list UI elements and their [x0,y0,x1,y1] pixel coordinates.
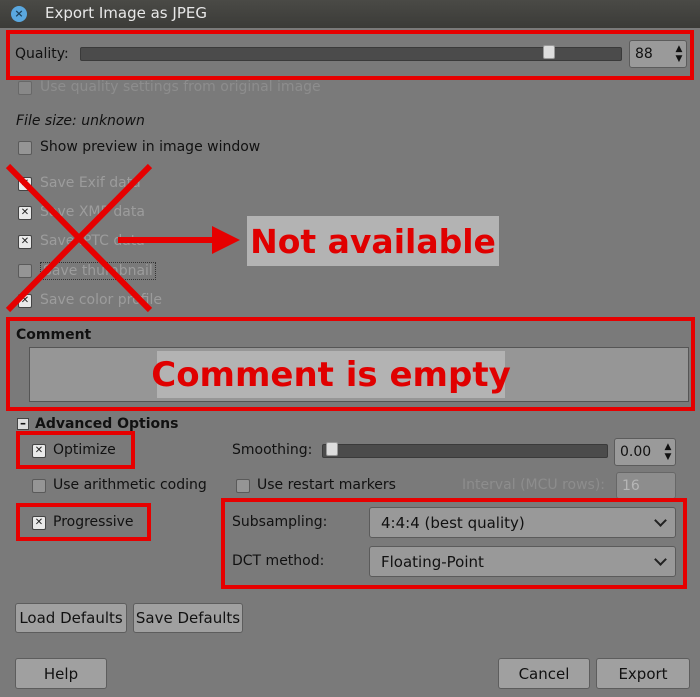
restart-markers-label: Use restart markers [257,477,396,493]
interval-label: Interval (MCU rows): [462,477,606,493]
quality-value[interactable]: 88 [630,46,672,62]
smoothing-label: Smoothing: [232,442,313,458]
dct-method-label: DCT method: [232,553,325,569]
close-icon[interactable]: × [11,6,27,22]
quality-label: Quality: [15,46,69,62]
show-preview-label: Show preview in image window [40,139,261,155]
smoothing-slider[interactable] [322,442,608,458]
progressive-checkbox[interactable] [32,516,46,530]
spin-arrows-icon[interactable]: ▲ ▼ [672,41,686,67]
not-available-callout: Not available [247,216,499,266]
quality-slider-thumb[interactable] [543,45,555,59]
file-size-text: File size: unknown [16,113,145,129]
quality-slider[interactable] [80,45,622,61]
red-arrow-annotation [118,226,240,254]
subsampling-label: Subsampling: [232,514,328,530]
use-original-quality-label: Use quality settings from original image [40,79,321,95]
chevron-down-icon [654,553,667,566]
quality-spinbox[interactable]: 88 ▲ ▼ [629,40,687,68]
subsampling-value: 4:4:4 (best quality) [381,513,525,532]
arithmetic-coding-label: Use arithmetic coding [53,477,207,493]
spin-arrows-icon[interactable]: ▲ ▼ [661,439,675,465]
optimize-checkbox[interactable] [32,444,46,458]
optimize-label: Optimize [53,442,116,458]
title-bar: × Export Image as JPEG [0,0,700,28]
window-title: Export Image as JPEG [45,4,207,22]
export-button[interactable]: Export [596,658,690,689]
interval-value[interactable]: 16 [617,478,675,494]
advanced-options-label[interactable]: Advanced Options [35,416,178,432]
comment-label: Comment [16,327,92,343]
save-defaults-button[interactable]: Save Defaults [133,603,243,633]
smoothing-slider-thumb[interactable] [326,442,338,456]
subsampling-select[interactable]: 4:4:4 (best quality) [369,507,676,538]
arithmetic-coding-checkbox[interactable] [32,479,46,493]
collapse-icon[interactable]: – [17,417,29,430]
dct-method-value: Floating-Point [381,552,484,571]
progressive-label: Progressive [53,514,134,530]
chevron-down-icon [654,514,667,527]
dct-method-select[interactable]: Floating-Point [369,546,676,577]
interval-spinbox[interactable]: 16 [616,472,676,499]
smoothing-spinbox[interactable]: 0.00 ▲ ▼ [614,438,676,466]
load-defaults-button[interactable]: Load Defaults [15,603,127,633]
help-button[interactable]: Help [15,658,107,689]
comment-empty-callout: Comment is empty [151,351,511,398]
use-original-quality-checkbox[interactable] [18,81,32,95]
restart-markers-checkbox[interactable] [236,479,250,493]
smoothing-value[interactable]: 0.00 [615,444,661,460]
cancel-button[interactable]: Cancel [498,658,590,689]
show-preview-checkbox[interactable] [18,141,32,155]
